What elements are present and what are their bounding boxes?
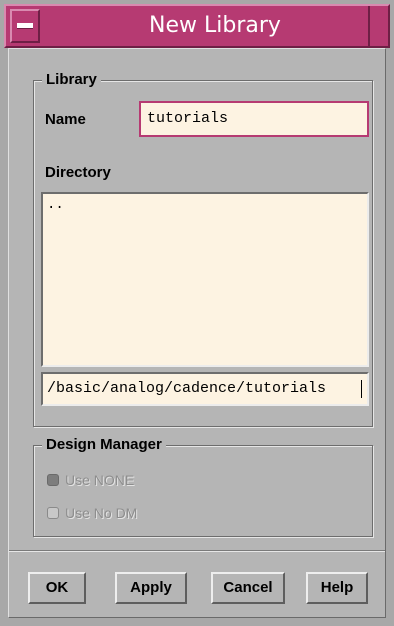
dialog-body: Library Name tutorials Directory .. /bas… <box>8 48 386 618</box>
directory-path-text: /basic/analog/cadence/tutorials <box>47 380 327 397</box>
window-menu-icon <box>17 23 33 29</box>
directory-list[interactable]: .. <box>41 192 369 367</box>
window-title: New Library <box>149 13 281 38</box>
cancel-button[interactable]: Cancel <box>211 572 285 604</box>
radio-indicator-selected <box>47 474 59 486</box>
dialog-frame: New Library Library Name tutorials Direc… <box>0 0 394 626</box>
radio-label-use-none: Use NONE <box>65 472 135 488</box>
window-menu-button[interactable] <box>10 9 40 43</box>
directory-path-field[interactable]: /basic/analog/cadence/tutorials <box>41 372 369 406</box>
title-divider <box>368 6 370 46</box>
radio-use-none[interactable]: Use NONE <box>47 469 134 491</box>
radio-indicator <box>47 507 59 519</box>
ok-button[interactable]: OK <box>28 572 86 604</box>
name-label: Name <box>45 111 86 128</box>
name-field[interactable]: tutorials <box>139 101 369 137</box>
button-separator <box>9 550 385 552</box>
text-cursor <box>361 380 362 398</box>
radio-use-no-dm[interactable]: Use No DM <box>47 502 137 524</box>
library-group-label: Library <box>42 70 101 90</box>
help-button[interactable]: Help <box>306 572 368 604</box>
directory-label: Directory <box>45 164 111 181</box>
title-bar[interactable]: New Library <box>4 4 390 48</box>
radio-label-use-no-dm: Use No DM <box>65 505 138 521</box>
apply-button[interactable]: Apply <box>115 572 187 604</box>
design-manager-group-label: Design Manager <box>42 435 166 455</box>
